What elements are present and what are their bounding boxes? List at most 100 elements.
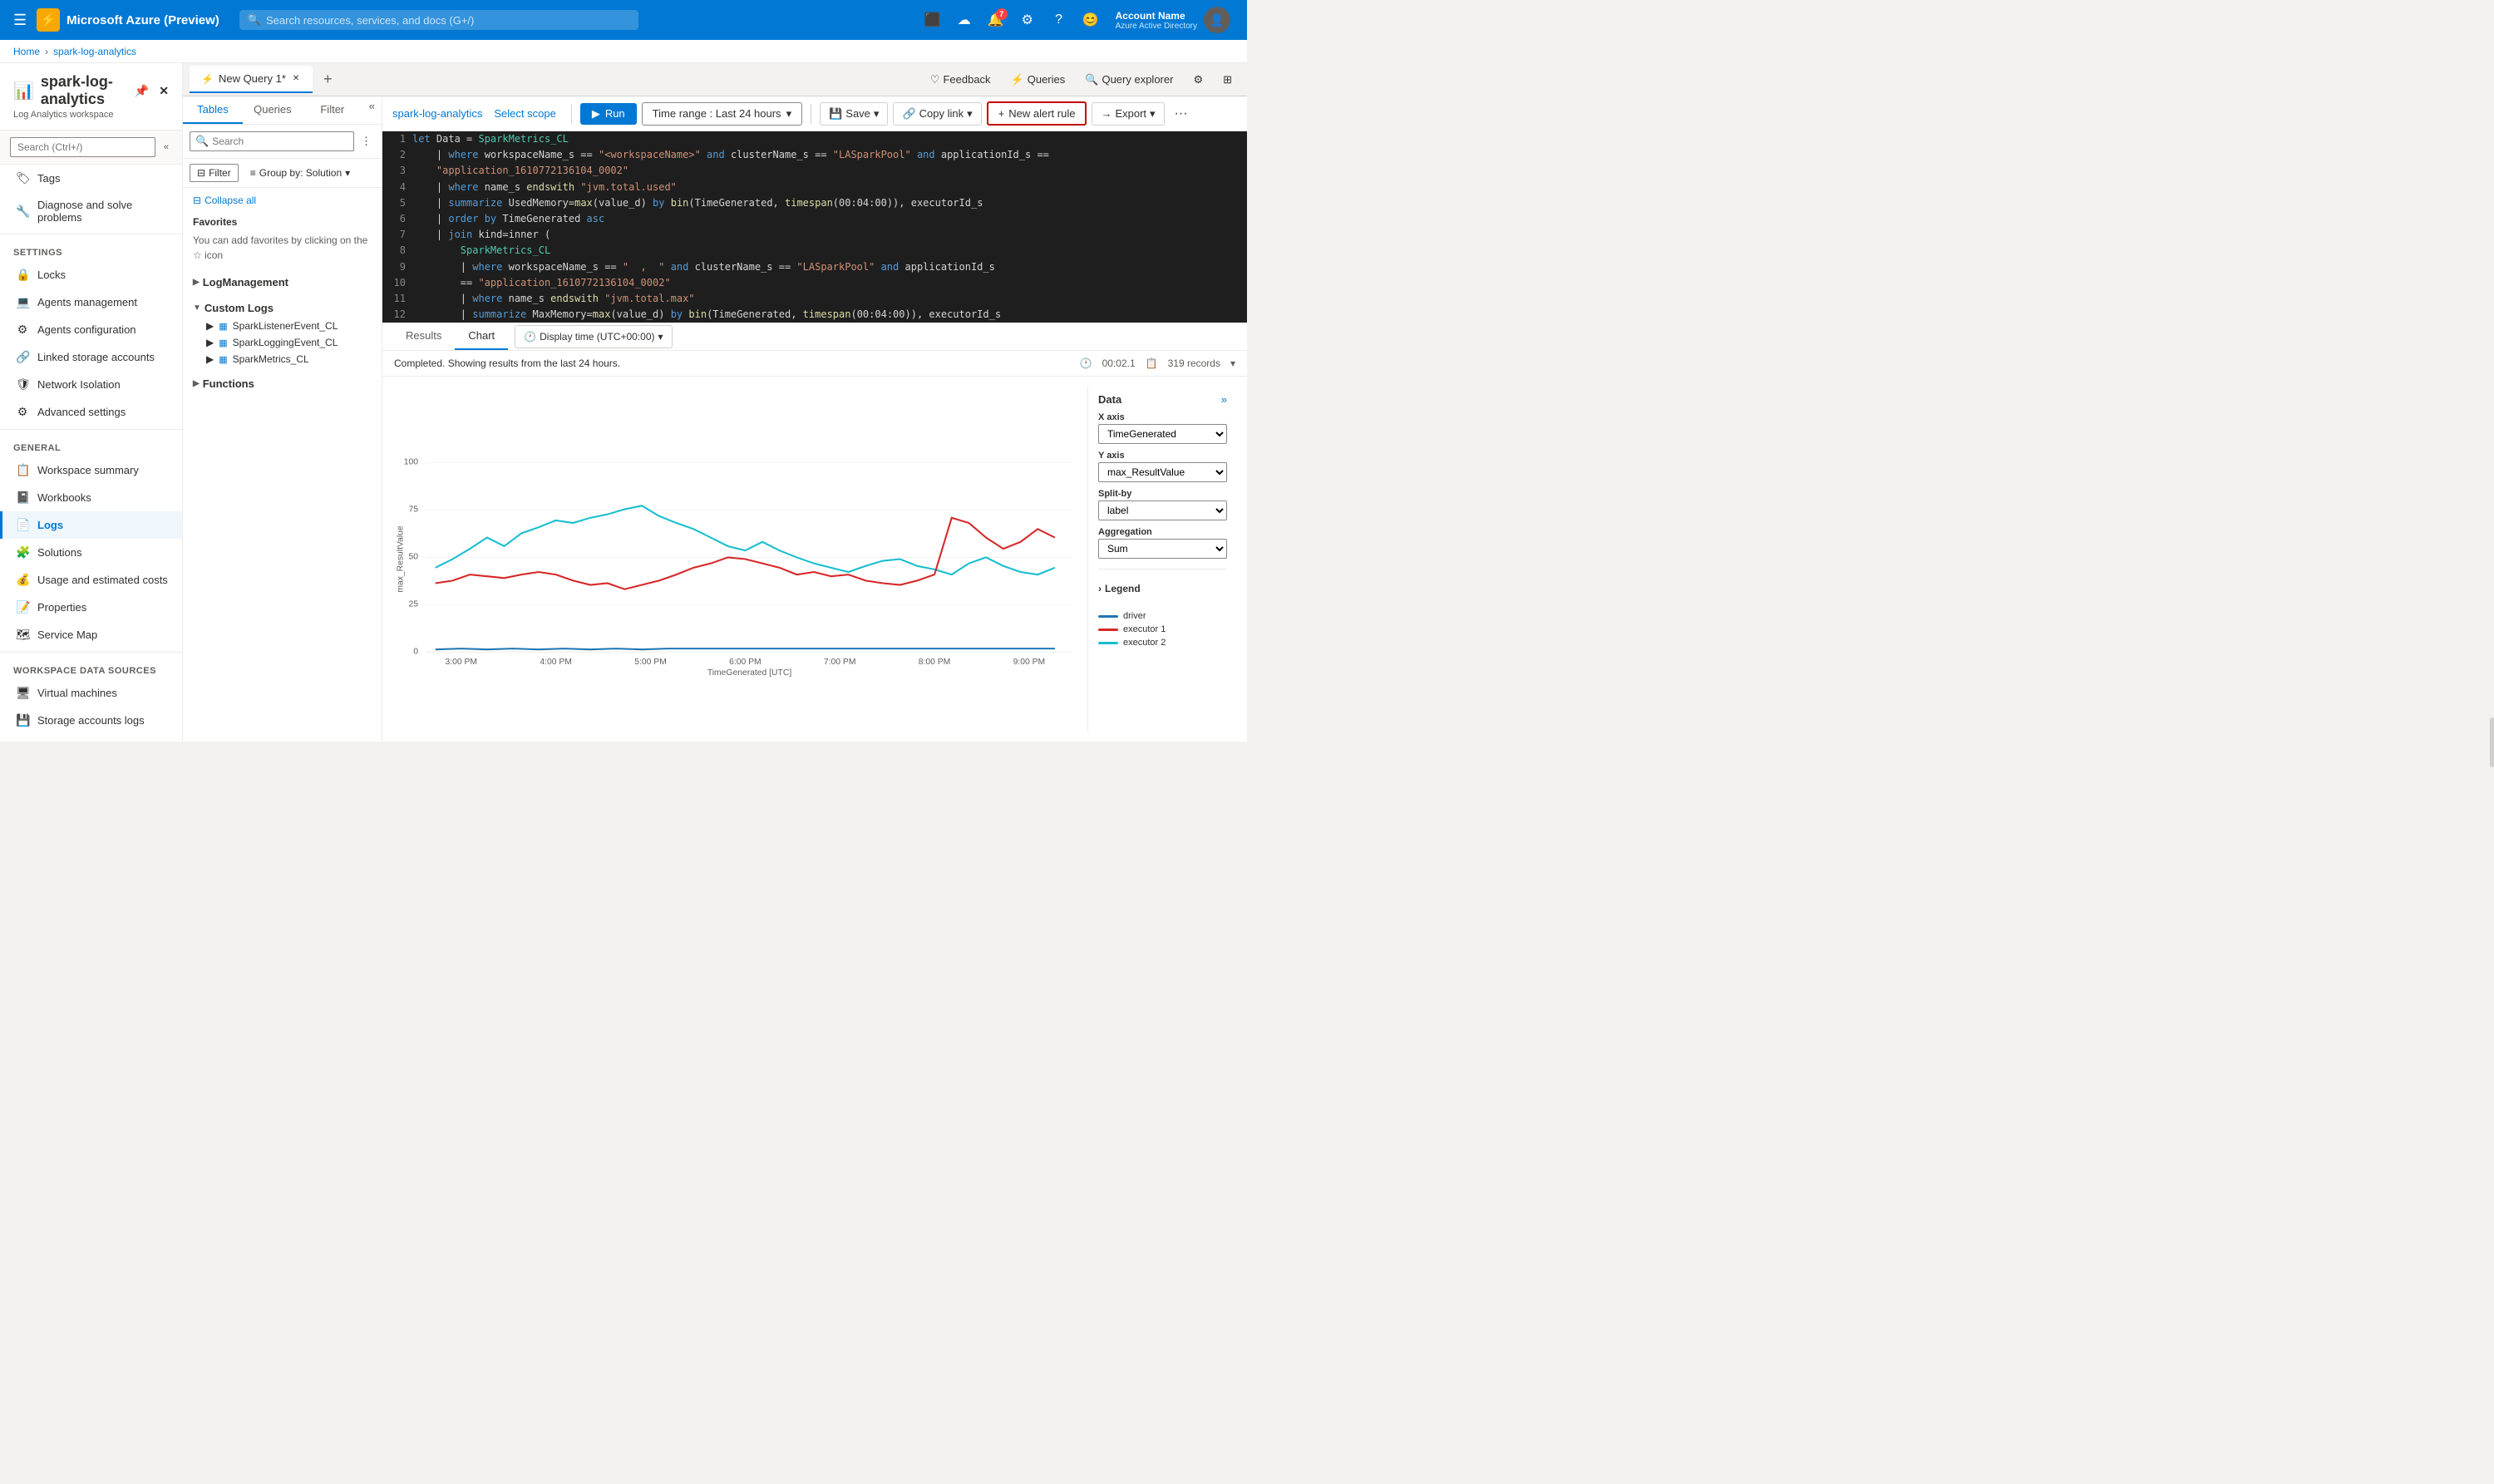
sidebar-label-diagnose: Diagnose and solve problems xyxy=(37,199,169,224)
results-tab-results[interactable]: Results xyxy=(392,323,455,350)
panel-collapse-button[interactable]: « xyxy=(362,96,382,124)
code-line-7: 7 | join kind=inner ( xyxy=(382,227,1247,243)
storage-logs-icon: 💾 xyxy=(16,713,29,727)
copy-link-button[interactable]: 🔗 Copy link ▾ xyxy=(893,102,981,126)
panel-tab-queries[interactable]: Queries xyxy=(243,96,303,124)
spark-logging-expand: ▶ xyxy=(206,337,214,348)
panel-tab-filter[interactable]: Filter xyxy=(303,96,362,124)
legend-section-header[interactable]: › Legend xyxy=(1098,579,1227,598)
code-line-4: 4 | where name_s endswith "jvm.total.use… xyxy=(382,180,1247,195)
sidebar-item-solutions[interactable]: 🧩 Solutions xyxy=(0,539,182,566)
results-tab-chart[interactable]: Chart xyxy=(455,323,508,350)
split-by-label: Split-by xyxy=(1098,489,1227,499)
save-button[interactable]: 💾 Save ▾ xyxy=(820,102,888,126)
functions-expand-icon: ▶ xyxy=(193,379,200,388)
brand-icon: ⚡ xyxy=(37,8,60,32)
sidebar-label-storage-logs: Storage accounts logs xyxy=(37,714,145,727)
expand-results-icon[interactable]: ▾ xyxy=(1230,357,1235,369)
collapse-all-button[interactable]: ⊟ Collapse all xyxy=(183,191,382,210)
settings-tab-button[interactable]: ⚙ xyxy=(1185,70,1211,90)
collapse-icon: ⊟ xyxy=(193,195,201,206)
pin-icon[interactable]: 📌 xyxy=(135,84,149,98)
query-tab-new-query-1[interactable]: ⚡ New Query 1* ✕ xyxy=(190,66,313,93)
line-content-1: let Data = SparkMetrics_CL xyxy=(412,131,1247,147)
sidebar-item-linked-storage[interactable]: 🔗 Linked storage accounts xyxy=(0,343,182,371)
legend-driver-label: driver xyxy=(1123,611,1146,621)
sidebar-item-locks[interactable]: 🔒 Locks xyxy=(0,261,182,288)
functions-section: ▶ Functions xyxy=(183,371,382,397)
table-item-spark-metrics[interactable]: ▶ ▦ SparkMetrics_CL xyxy=(196,351,382,367)
code-editor[interactable]: 1 let Data = SparkMetrics_CL 2 | where w… xyxy=(382,131,1247,323)
global-search[interactable]: 🔍 xyxy=(239,10,638,30)
sidebar-item-network[interactable]: 🛡 Network Isolation xyxy=(0,371,182,398)
sidebar-item-agents-mgmt[interactable]: 💻 Agents management xyxy=(0,288,182,316)
query-tab-close[interactable]: ✕ xyxy=(291,72,301,85)
search-input[interactable] xyxy=(266,14,630,27)
sidebar-item-usage-costs[interactable]: 💰 Usage and estimated costs xyxy=(0,566,182,594)
terminal-icon[interactable]: ⬛ xyxy=(919,7,946,33)
sidebar-item-logs[interactable]: 📄 Logs xyxy=(0,511,182,539)
chart-expand-icon[interactable]: » xyxy=(1221,393,1227,406)
line-content-5: | summarize UsedMemory=max(value_d) by b… xyxy=(412,195,1247,211)
help-icon[interactable]: ? xyxy=(1046,7,1072,33)
query-explorer-button[interactable]: 🔍 Query explorer xyxy=(1077,70,1181,90)
panel-search-header: 🔍 ⋮ xyxy=(183,125,382,159)
split-by-select[interactable]: label xyxy=(1098,500,1227,520)
export-button[interactable]: → Export ▾ xyxy=(1092,102,1164,126)
query-toolbar: spark-log-analytics Select scope ▶ Run T… xyxy=(382,96,1247,131)
notifications-icon[interactable]: 🔔 7 xyxy=(983,7,1009,33)
sidebar-item-service-map[interactable]: 🗺 Service Map xyxy=(0,621,182,648)
hamburger-menu[interactable]: ☰ xyxy=(10,8,30,32)
tables-panel: Tables Queries Filter « 🔍 ⋮ xyxy=(183,96,382,742)
feedback-face-icon[interactable]: 😊 xyxy=(1077,7,1104,33)
breadcrumb-home[interactable]: Home xyxy=(13,46,40,57)
aggregation-select[interactable]: Sum xyxy=(1098,539,1227,559)
sidebar-search-input[interactable] xyxy=(10,137,155,157)
sidebar-item-workbooks[interactable]: 📓 Workbooks xyxy=(0,484,182,511)
filter-button[interactable]: ⊟ Filter xyxy=(190,164,239,182)
sidebar-item-advanced[interactable]: ⚙ Advanced settings xyxy=(0,398,182,426)
y-axis-select[interactable]: max_ResultValue xyxy=(1098,462,1227,482)
sidebar-item-storage-logs[interactable]: 💾 Storage accounts logs xyxy=(0,707,182,734)
cloud-upload-icon[interactable]: ☁ xyxy=(951,7,978,33)
time-range-button[interactable]: Time range : Last 24 hours ▾ xyxy=(642,102,802,126)
panel-search-input[interactable] xyxy=(212,136,348,147)
group-by-button[interactable]: ≡ Group by: Solution ▾ xyxy=(244,165,357,181)
line-num-6: 6 xyxy=(382,211,412,227)
svg-text:TimeGenerated [UTC]: TimeGenerated [UTC] xyxy=(707,668,791,678)
new-alert-rule-button[interactable]: + New alert rule xyxy=(987,101,1087,126)
queries-button[interactable]: ⚡ Queries xyxy=(1003,70,1074,90)
legend-area: driver executor 1 executor 2 xyxy=(1098,604,1227,651)
x-axis-select[interactable]: TimeGenerated xyxy=(1098,424,1227,444)
panel-tab-tables[interactable]: Tables xyxy=(183,96,243,124)
sidebar-item-workspace-summary[interactable]: 📋 Workspace summary xyxy=(0,456,182,484)
status-left: Completed. Showing results from the last… xyxy=(394,357,620,369)
sidebar-collapse-icon[interactable]: « xyxy=(160,141,172,154)
toolbar-more-button[interactable]: ··· xyxy=(1170,102,1193,126)
add-query-tab[interactable]: + xyxy=(314,67,341,93)
functions-header[interactable]: ▶ Functions xyxy=(183,374,382,393)
custom-logs-header[interactable]: ▼ Custom Logs xyxy=(183,298,382,318)
account-info[interactable]: Account Name Azure Active Directory 👤 xyxy=(1109,3,1237,37)
settings-icon[interactable]: ⚙ xyxy=(1014,7,1041,33)
line-content-10: == "application_1610772136104_0002" xyxy=(412,275,1247,291)
sidebar-item-agents-config[interactable]: ⚙ Agents configuration xyxy=(0,316,182,343)
sidebar-item-system-center[interactable]: ⚙ System Center xyxy=(0,734,182,742)
sidebar-item-tags[interactable]: 🏷 Tags xyxy=(0,165,182,192)
sidebar-item-diagnose[interactable]: 🔧 Diagnose and solve problems xyxy=(0,192,182,230)
close-sidebar-icon[interactable]: ✕ xyxy=(159,84,169,98)
sidebar-item-properties[interactable]: 📝 Properties xyxy=(0,594,182,621)
table-item-spark-listener[interactable]: ▶ ▦ SparkListenerEvent_CL xyxy=(196,318,382,334)
feedback-button[interactable]: ♡ Feedback xyxy=(922,70,999,90)
breadcrumb-workspace[interactable]: spark-log-analytics xyxy=(53,46,136,57)
log-management-header[interactable]: ▶ LogManagement xyxy=(183,273,382,292)
split-view-button[interactable]: ⊞ xyxy=(1215,70,1240,90)
display-time-button[interactable]: 🕐 Display time (UTC+00:00) ▾ xyxy=(515,325,672,348)
sidebar-item-vms[interactable]: 🖥 Virtual machines xyxy=(0,679,182,707)
run-button[interactable]: ▶ Run xyxy=(580,103,637,125)
select-scope-button[interactable]: Select scope xyxy=(487,104,562,123)
panel-more-icon[interactable]: ⋮ xyxy=(357,131,375,151)
panel-search[interactable]: 🔍 xyxy=(190,131,354,151)
legend-title: Legend xyxy=(1105,583,1141,594)
table-item-spark-logging[interactable]: ▶ ▦ SparkLoggingEvent_CL xyxy=(196,334,382,351)
